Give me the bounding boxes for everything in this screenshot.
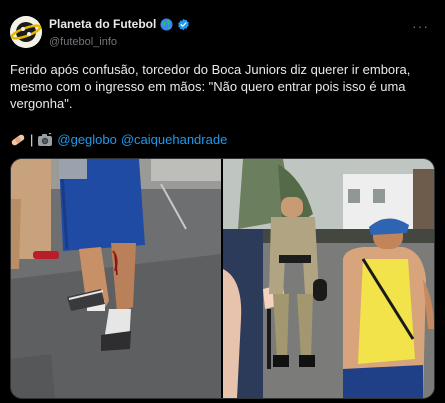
tweet-text: Ferido após confusão, torcedor do Boca J… bbox=[10, 62, 411, 111]
author-name-row: Planeta do Futebol bbox=[49, 17, 190, 31]
mention-geglobo[interactable]: @geglobo bbox=[57, 132, 116, 147]
tweet-header: Planeta do Futebol @futebol_info ··· bbox=[10, 12, 435, 52]
photo-injured-leg[interactable] bbox=[11, 159, 221, 398]
verified-badge-icon bbox=[178, 18, 190, 30]
globe-emoji-icon bbox=[160, 17, 173, 31]
more-options-icon[interactable]: ··· bbox=[412, 18, 429, 34]
credit-separator: | bbox=[30, 132, 34, 147]
mention-caiquehandrade[interactable]: @caiquehandrade bbox=[121, 132, 227, 147]
avatar[interactable] bbox=[10, 16, 42, 48]
media-grid bbox=[10, 158, 435, 399]
photo-credit: | @geglobo @caiquehandrade bbox=[10, 132, 227, 147]
author-name[interactable]: Planeta do Futebol bbox=[49, 17, 156, 31]
photo-police-scene[interactable] bbox=[223, 159, 434, 398]
author-handle[interactable]: @futebol_info bbox=[49, 36, 117, 48]
planet-logo-icon bbox=[10, 16, 42, 48]
injured-leg-photo bbox=[11, 159, 221, 398]
camera-emoji-icon bbox=[38, 132, 53, 146]
police-scene-photo bbox=[223, 159, 434, 398]
bandage-emoji-icon bbox=[11, 134, 25, 145]
